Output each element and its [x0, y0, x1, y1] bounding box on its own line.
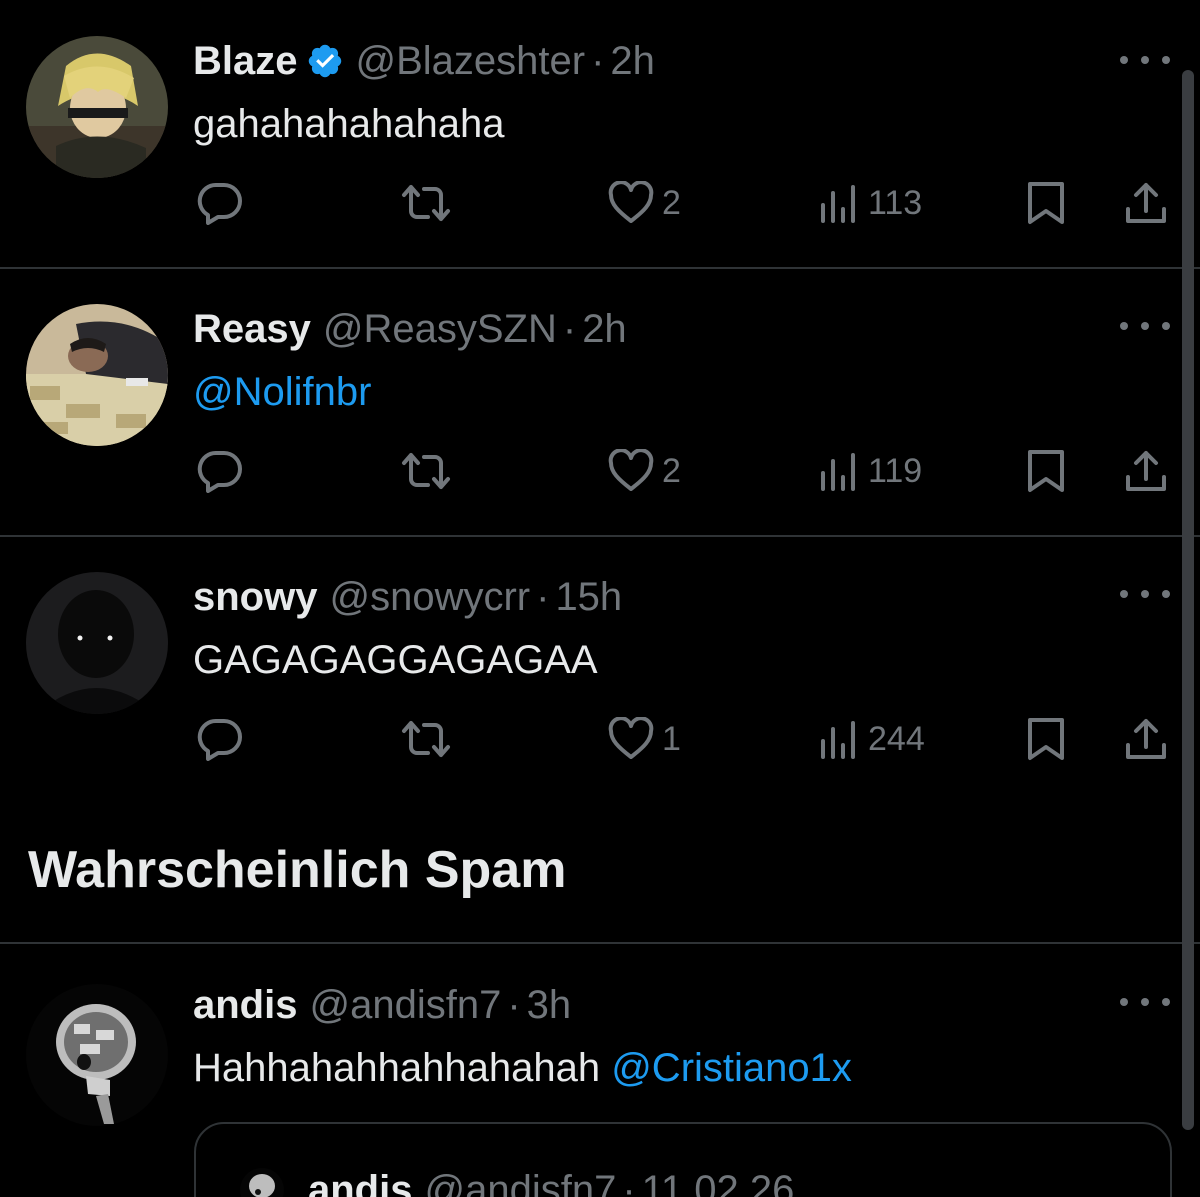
timestamp[interactable]: 2h	[582, 307, 627, 352]
reply-icon	[197, 718, 242, 761]
heart-icon	[608, 449, 654, 491]
author-handle[interactable]: @ReasySZN	[323, 307, 557, 352]
author-handle[interactable]: @snowycrr	[329, 575, 530, 620]
tweet-text: GAGAGAGGAGAGAA	[193, 638, 598, 682]
section-heading: Wahrscheinlich Spam	[28, 841, 567, 899]
more-icon[interactable]	[1120, 992, 1170, 1012]
share-icon	[1126, 451, 1166, 491]
separator: ·	[591, 38, 605, 83]
like-button[interactable]: 2	[608, 181, 681, 225]
avatar[interactable]	[26, 572, 168, 714]
heart-icon	[608, 717, 654, 759]
tweet-card[interactable]: Blaze @Blazeshter · 2h gahahahahahaha 2 …	[0, 0, 1200, 268]
views-button[interactable]: 113	[820, 181, 922, 225]
like-count: 2	[662, 451, 681, 490]
like-count: 2	[662, 183, 681, 222]
tweet-text: @Nolifnbr	[193, 368, 371, 416]
retweet-icon	[402, 185, 450, 221]
views-icon	[821, 721, 855, 759]
bookmark-button[interactable]	[1026, 181, 1066, 225]
views-icon	[821, 453, 855, 491]
timestamp[interactable]: 2h	[610, 39, 655, 84]
bookmark-button[interactable]	[1026, 717, 1066, 761]
retweet-icon	[402, 453, 450, 489]
timestamp[interactable]: 15h	[555, 575, 622, 620]
bookmark-icon	[1028, 182, 1064, 224]
author-handle[interactable]: @Blazeshter	[356, 39, 586, 84]
verified-badge-icon	[306, 42, 344, 80]
quoted-tweet[interactable]: andis @andisfn7 · 11.02.26	[194, 1122, 1172, 1197]
mention-link[interactable]: @Cristiano1x	[611, 1046, 852, 1090]
mention-link[interactable]: @Nolifnbr	[193, 370, 371, 414]
retweet-button[interactable]	[398, 717, 454, 761]
avatar[interactable]	[26, 304, 168, 446]
quoted-author-name: andis	[308, 1168, 413, 1197]
more-icon[interactable]	[1120, 316, 1170, 336]
views-button[interactable]: 244	[820, 717, 925, 761]
share-icon	[1126, 719, 1166, 759]
share-button[interactable]	[1124, 181, 1168, 225]
author-name[interactable]: Reasy	[193, 307, 311, 352]
timestamp[interactable]: 3h	[527, 983, 572, 1028]
author-handle[interactable]: @andisfn7	[309, 983, 501, 1028]
retweet-icon	[402, 721, 450, 757]
heart-icon	[608, 181, 654, 223]
share-button[interactable]	[1124, 449, 1168, 493]
reply-button[interactable]	[196, 181, 244, 225]
bookmark-button[interactable]	[1026, 449, 1066, 493]
views-icon	[821, 185, 855, 223]
avatar[interactable]	[26, 984, 168, 1126]
reply-icon	[197, 450, 242, 493]
share-icon	[1126, 183, 1166, 223]
bookmark-icon	[1028, 718, 1064, 760]
more-icon[interactable]	[1120, 50, 1170, 70]
tweet-header: Blaze @Blazeshter · 2h	[193, 36, 655, 86]
tweet-header: andis @andisfn7 · 3h	[193, 980, 571, 1030]
bookmark-icon	[1028, 450, 1064, 492]
like-button[interactable]: 1	[608, 717, 681, 761]
reply-button[interactable]	[196, 449, 244, 493]
like-count: 1	[662, 719, 681, 758]
separator: ·	[507, 982, 521, 1027]
more-icon[interactable]	[1120, 584, 1170, 604]
quoted-avatar	[240, 1168, 284, 1197]
share-button[interactable]	[1124, 717, 1168, 761]
reply-button[interactable]	[196, 717, 244, 761]
tweet-text: gahahahahahaha	[193, 102, 505, 146]
quoted-timestamp: 11.02.26	[641, 1168, 795, 1197]
tweet-text-body: Hahhahahhahhahahah	[193, 1046, 601, 1090]
view-count: 113	[868, 183, 923, 222]
separator: ·	[622, 1168, 636, 1197]
separator: ·	[562, 306, 577, 351]
retweet-button[interactable]	[398, 181, 454, 225]
author-name[interactable]: snowy	[193, 575, 317, 620]
view-count: 244	[868, 719, 925, 758]
retweet-button[interactable]	[398, 449, 454, 493]
reply-icon	[197, 182, 242, 225]
like-button[interactable]: 2	[608, 449, 681, 493]
avatar[interactable]	[26, 36, 168, 178]
quoted-author-handle: @andisfn7	[424, 1168, 617, 1197]
scrollbar[interactable]	[1182, 70, 1194, 1130]
tweet-header: snowy @snowycrr · 15h	[193, 572, 622, 622]
view-count: 119	[868, 451, 923, 490]
author-name[interactable]: andis	[193, 983, 297, 1028]
tweet-card[interactable]: Reasy @ReasySZN · 2h @Nolifnbr 2 119	[0, 268, 1200, 536]
author-name[interactable]: Blaze	[193, 39, 298, 84]
separator: ·	[536, 574, 550, 619]
tweet-text: Hahhahahhahhahahah @Cristiano1x	[193, 1044, 852, 1092]
quoted-header: andis @andisfn7 · 11.02.26	[308, 1168, 794, 1197]
tweet-card[interactable]: snowy @snowycrr · 15h GAGAGAGGAGAGAA 1 2…	[0, 536, 1200, 804]
tweet-header: Reasy @ReasySZN · 2h	[193, 304, 627, 354]
views-button[interactable]: 119	[820, 449, 922, 493]
